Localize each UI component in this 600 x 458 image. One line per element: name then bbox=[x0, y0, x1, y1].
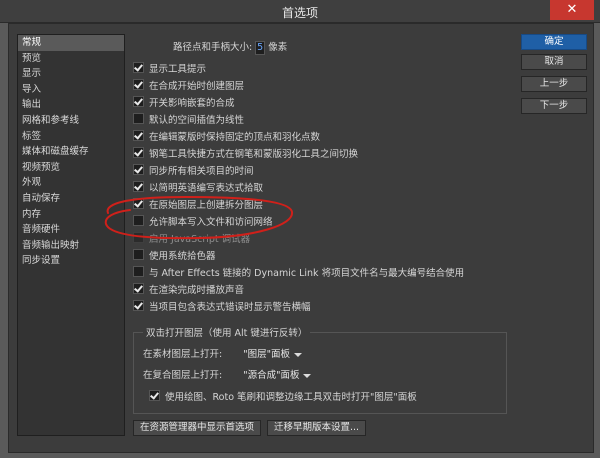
option-label: 启用 JavaScript 调试器 bbox=[149, 234, 251, 245]
ok-button[interactable]: 确定 bbox=[521, 34, 587, 50]
reveal-preferences-button[interactable]: 在资源管理器中显示首选项 bbox=[133, 420, 262, 436]
chevron-down-icon bbox=[293, 353, 302, 357]
close-button[interactable]: ✕ bbox=[550, 0, 594, 20]
checkbox[interactable] bbox=[133, 300, 144, 311]
option-row[interactable]: 当项目包含表达式错误时显示警告横幅 bbox=[133, 300, 311, 314]
option-label: 使用系统拾色器 bbox=[149, 251, 216, 262]
sidebar-item-preview[interactable]: 预览 bbox=[18, 51, 124, 67]
dropdown-value: "图层"面板 bbox=[243, 349, 290, 360]
option-row[interactable]: 开关影响嵌套的合成 bbox=[133, 96, 235, 110]
option-row[interactable]: 在编辑蒙版时保持固定的顶点和羽化点数 bbox=[133, 130, 320, 144]
checkbox[interactable] bbox=[133, 96, 144, 107]
sidebar-item-sync-settings[interactable]: 同步设置 bbox=[18, 253, 124, 269]
sidebar-item-auto-save[interactable]: 自动保存 bbox=[18, 191, 124, 207]
option-row[interactable]: 钢笔工具快捷方式在钢笔和蒙版羽化工具之间切换 bbox=[133, 147, 358, 161]
option-row[interactable]: 与 After Effects 链接的 Dynamic Link 将项目文件名与… bbox=[133, 266, 464, 280]
title-bar: 首选项 ✕ bbox=[0, 0, 600, 23]
sidebar-item-memory[interactable]: 内存 bbox=[18, 207, 124, 223]
option-row[interactable]: 同步所有相关项目的时间 bbox=[133, 164, 254, 178]
footage-open-dropdown[interactable]: "图层"面板 bbox=[239, 349, 304, 361]
migrate-settings-button[interactable]: 迁移早期版本设置... bbox=[267, 420, 367, 436]
option-row[interactable]: 使用系统拾色器 bbox=[133, 249, 216, 263]
option-label: 在编辑蒙版时保持固定的顶点和羽化点数 bbox=[149, 132, 321, 143]
option-label: 开关影响嵌套的合成 bbox=[149, 98, 235, 109]
sidebar-item-grids-guides[interactable]: 网格和参考线 bbox=[18, 113, 124, 129]
footage-open-row: 在素材图层上打开: "图层"面板 bbox=[143, 348, 304, 362]
cancel-button[interactable]: 取消 bbox=[521, 54, 587, 70]
path-point-size-input[interactable]: 5 bbox=[255, 41, 266, 55]
checkbox[interactable] bbox=[133, 113, 144, 124]
checkbox[interactable] bbox=[133, 79, 144, 90]
checkbox[interactable] bbox=[133, 266, 144, 277]
option-label: 使用绘图、Roto 笔刷和调整边缘工具双击时打开"图层"面板 bbox=[165, 392, 417, 403]
path-point-size-label: 路径点和手柄大小: bbox=[173, 42, 253, 53]
checkbox[interactable] bbox=[133, 283, 144, 294]
sidebar-item-labels[interactable]: 标签 bbox=[18, 129, 124, 145]
option-label: 在合成开始时创建图层 bbox=[149, 81, 245, 92]
comp-open-label: 在复合图层上打开: bbox=[143, 370, 223, 381]
option-label: 默认的空间插值为线性 bbox=[149, 115, 245, 126]
checkbox[interactable] bbox=[133, 130, 144, 141]
footage-open-label: 在素材图层上打开: bbox=[143, 349, 223, 360]
comp-open-row: 在复合图层上打开: "源合成"面板 bbox=[143, 369, 313, 383]
checkbox[interactable] bbox=[133, 249, 144, 260]
general-panel: 路径点和手柄大小: 5 像素 显示工具提示 在合成开始时创建图层 开关影响嵌套的合成… bbox=[129, 24, 509, 452]
sidebar-item-media-cache[interactable]: 媒体和磁盘缓存 bbox=[18, 144, 124, 160]
option-row[interactable]: 在合成开始时创建图层 bbox=[133, 79, 244, 93]
option-row[interactable]: 允许脚本写入文件和访问网络 bbox=[133, 215, 273, 229]
option-label: 显示工具提示 bbox=[149, 64, 207, 75]
path-point-size-unit: 像素 bbox=[268, 42, 288, 53]
sidebar-item-audio-output-mapping[interactable]: 音频输出映射 bbox=[18, 238, 124, 254]
preferences-dialog: 常规 预览 显示 导入 输出 网格和参考线 标签 媒体和磁盘缓存 视频预览 外观… bbox=[8, 23, 594, 453]
double-click-group-label: 双击打开图层（使用 Alt 键进行反转） bbox=[143, 325, 311, 339]
checkbox bbox=[133, 232, 144, 243]
option-label: 在渲染完成时播放声音 bbox=[149, 285, 245, 296]
sidebar-item-import[interactable]: 导入 bbox=[18, 82, 124, 98]
option-label: 同步所有相关项目的时间 bbox=[149, 166, 254, 177]
option-label: 与 After Effects 链接的 Dynamic Link 将项目文件名与… bbox=[149, 268, 465, 279]
option-row[interactable]: 以简明英语编写表达式拾取 bbox=[133, 181, 263, 195]
option-label: 当项目包含表达式错误时显示警告横幅 bbox=[149, 302, 311, 313]
checkbox[interactable] bbox=[149, 390, 160, 401]
window-title: 首选项 bbox=[281, 6, 318, 20]
checkbox[interactable] bbox=[133, 181, 144, 192]
path-point-size-row: 路径点和手柄大小: 5 像素 bbox=[173, 41, 287, 55]
previous-button[interactable]: 上一步 bbox=[521, 76, 587, 92]
checkbox[interactable] bbox=[133, 198, 144, 209]
comp-open-dropdown[interactable]: "源合成"面板 bbox=[239, 370, 313, 382]
option-label: 在原始图层上创建拆分图层 bbox=[149, 200, 264, 211]
paint-option-row[interactable]: 使用绘图、Roto 笔刷和调整边缘工具双击时打开"图层"面板 bbox=[149, 390, 417, 404]
option-row[interactable]: 显示工具提示 bbox=[133, 62, 206, 76]
checkbox[interactable] bbox=[133, 147, 144, 158]
sidebar-item-output[interactable]: 输出 bbox=[18, 97, 124, 113]
sidebar: 常规 预览 显示 导入 输出 网格和参考线 标签 媒体和磁盘缓存 视频预览 外观… bbox=[17, 34, 125, 436]
sidebar-item-video-preview[interactable]: 视频预览 bbox=[18, 160, 124, 176]
sidebar-item-appearance[interactable]: 外观 bbox=[18, 175, 124, 191]
next-button[interactable]: 下一步 bbox=[521, 98, 587, 114]
option-label: 以简明英语编写表达式拾取 bbox=[149, 183, 264, 194]
option-row[interactable]: 默认的空间插值为线性 bbox=[133, 113, 244, 127]
chevron-down-icon bbox=[303, 374, 312, 378]
sidebar-item-general[interactable]: 常规 bbox=[18, 35, 124, 51]
checkbox[interactable] bbox=[133, 62, 144, 73]
dropdown-value: "源合成"面板 bbox=[243, 370, 300, 381]
option-label: 允许脚本写入文件和访问网络 bbox=[149, 217, 273, 228]
sidebar-item-display[interactable]: 显示 bbox=[18, 66, 124, 82]
option-label: 钢笔工具快捷方式在钢笔和蒙版羽化工具之间切换 bbox=[149, 149, 359, 160]
option-row: 启用 JavaScript 调试器 bbox=[133, 232, 250, 246]
sidebar-item-audio-hardware[interactable]: 音频硬件 bbox=[18, 222, 124, 238]
option-row[interactable]: 在渲染完成时播放声音 bbox=[133, 283, 244, 297]
option-row[interactable]: 在原始图层上创建拆分图层 bbox=[133, 198, 263, 212]
checkbox[interactable] bbox=[133, 215, 144, 226]
checkbox[interactable] bbox=[133, 164, 144, 175]
